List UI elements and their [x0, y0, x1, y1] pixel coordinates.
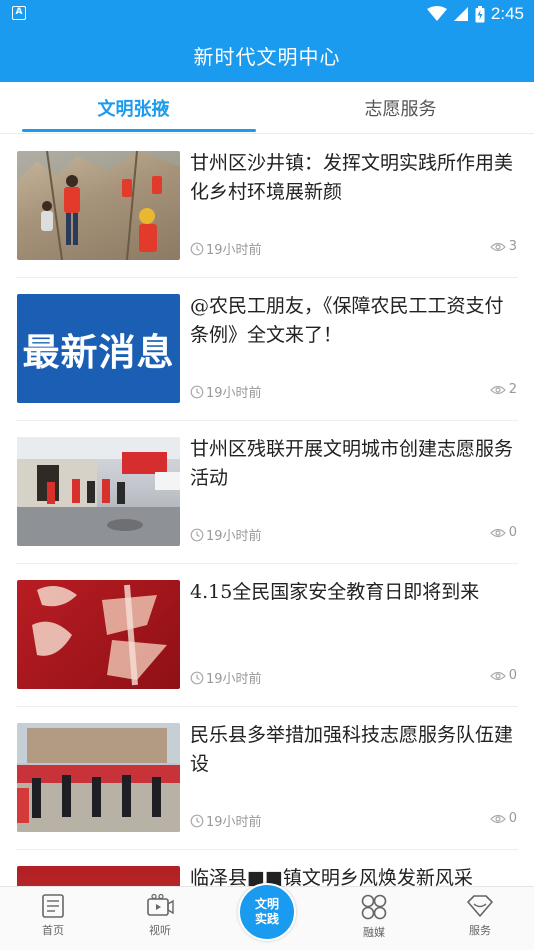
article-title: 民乐县多举措加强科技志愿服务队伍建设	[190, 724, 514, 775]
article-thumbnail	[17, 580, 180, 689]
eye-icon	[489, 385, 506, 394]
article-views: 0	[489, 811, 517, 826]
nav-audiovisual[interactable]: 视听	[120, 893, 200, 947]
article-time-text: 19小时前	[206, 815, 262, 830]
eye-icon	[489, 528, 506, 537]
media-grid-icon	[361, 894, 387, 920]
tab-bar: 文明张掖 志愿服务	[0, 82, 534, 134]
article-item[interactable]: 4.15全民国家安全教育日即将到来 19小时前 0	[0, 564, 534, 707]
clock-icon	[190, 814, 204, 827]
article-title: 4.15全民国家安全教育日即将到来	[190, 581, 480, 603]
article-title: 甘州区沙井镇：发挥文明实践所作用美化乡村环境展新颜	[190, 152, 514, 203]
bottom-nav: 首页 视听 文明实践 融媒 服务	[0, 883, 534, 950]
status-icons: 2:45	[426, 3, 524, 25]
article-time: 19小时前	[190, 811, 262, 830]
article-time: 19小时前	[190, 382, 262, 401]
article-views: 0	[489, 668, 517, 683]
nav-media[interactable]: 融媒	[334, 893, 414, 947]
article-time: 19小时前	[190, 525, 262, 544]
nav-service[interactable]: 服务	[440, 893, 520, 947]
tab-volunteer-service[interactable]: 志愿服务	[267, 82, 534, 134]
clock-icon	[190, 671, 204, 684]
nav-civilization-practice-button[interactable]: 文明实践	[238, 883, 296, 941]
article-time: 19小时前	[190, 668, 262, 687]
eye-icon	[489, 814, 506, 823]
article-views-count: 2	[508, 382, 517, 397]
app-bar: 新时代文明中心	[0, 28, 534, 82]
article-views-count: 0	[508, 811, 517, 826]
article-time: 19小时前	[190, 239, 262, 258]
article-list[interactable]: 甘州区沙井镇：发挥文明实践所作用美化乡村环境展新颜 19小时前 3 最新消息 @…	[0, 135, 534, 886]
article-views: 3	[489, 239, 517, 254]
eye-icon	[489, 242, 506, 251]
tab-label: 志愿服务	[364, 99, 437, 120]
center-button-label: 文明实践	[254, 897, 279, 926]
article-title: 临泽县■■镇文明乡风焕发新风采	[190, 867, 473, 886]
notification-icon: A	[12, 6, 26, 20]
active-tab-indicator	[22, 129, 256, 132]
nav-label: 首页	[42, 924, 64, 937]
wifi-icon	[426, 6, 447, 21]
article-thumbnail: 最新消息	[17, 294, 180, 403]
article-item[interactable]: 甘州区沙井镇：发挥文明实践所作用美化乡村环境展新颜 19小时前 3	[0, 135, 534, 278]
article-item[interactable]: 临泽县■■镇文明乡风焕发新风采	[0, 850, 534, 886]
nav-label: 融媒	[363, 926, 385, 939]
article-item[interactable]: 最新消息 @农民工朋友，《保障农民工工资支付条例》全文来了！ 19小时前 2	[0, 278, 534, 421]
article-title: 甘州区残联开展文明城市创建志愿服务活动	[190, 438, 514, 489]
article-item[interactable]: 甘州区残联开展文明城市创建志愿服务活动 19小时前 0	[0, 421, 534, 564]
article-thumbnail	[17, 723, 180, 832]
signal-icon	[453, 7, 468, 21]
article-views-count: 3	[508, 239, 517, 254]
article-views: 0	[489, 525, 517, 540]
article-time-text: 19小时前	[206, 243, 262, 258]
status-bar: A 2:45	[0, 0, 534, 28]
home-news-icon	[42, 894, 64, 918]
nav-label: 服务	[469, 924, 491, 937]
article-thumbnail	[17, 437, 180, 546]
article-time-text: 19小时前	[206, 386, 262, 401]
article-time-text: 19小时前	[206, 529, 262, 544]
article-time-text: 19小时前	[206, 672, 262, 687]
clock-icon	[190, 242, 204, 255]
tab-wenming-zhangye[interactable]: 文明张掖	[0, 82, 267, 134]
article-thumbnail	[17, 866, 180, 886]
clock-icon	[190, 528, 204, 541]
eye-icon	[489, 671, 506, 680]
battery-icon	[475, 5, 485, 22]
article-views: 2	[489, 382, 517, 397]
video-icon	[147, 893, 174, 916]
thumbnail-text: 最新消息	[22, 330, 175, 374]
article-item[interactable]: 民乐县多举措加强科技志愿服务队伍建设 19小时前 0	[0, 707, 534, 850]
page-title: 新时代文明中心	[193, 44, 341, 69]
service-diamond-icon	[467, 895, 493, 917]
nav-label: 视听	[149, 924, 171, 937]
tab-label: 文明张掖	[97, 99, 170, 120]
article-views-count: 0	[508, 668, 517, 683]
article-title: @农民工朋友，《保障农民工工资支付条例》全文来了！	[190, 295, 504, 346]
clock: 2:45	[490, 4, 524, 23]
nav-home[interactable]: 首页	[13, 893, 93, 947]
article-thumbnail	[17, 151, 180, 260]
article-views-count: 0	[508, 525, 517, 540]
clock-icon	[190, 385, 204, 398]
